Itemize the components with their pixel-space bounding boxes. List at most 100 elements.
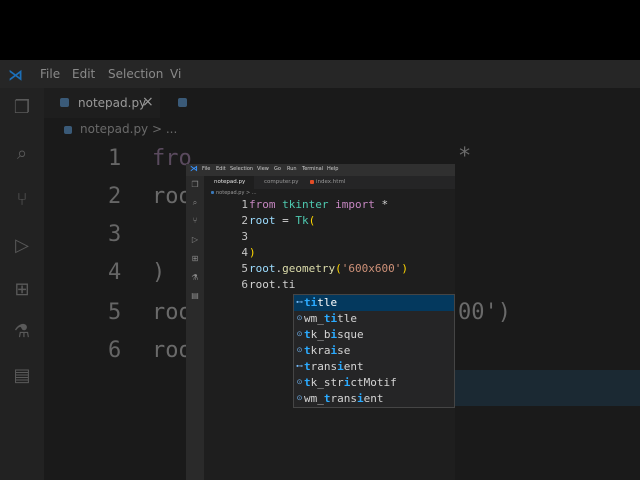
menubar: ⋊ File Edit Selection View Go Run Termin…: [186, 164, 455, 176]
suggestion-text: k_str: [310, 376, 344, 389]
suggestion-match: i: [357, 392, 364, 405]
suggestion-text: ent: [343, 360, 364, 373]
line-number: 2: [241, 214, 248, 227]
suggestion-match: t: [304, 376, 311, 389]
activity-bar: ❐ ⌕ ⑂ ▷ ⊞ ⚗ ▤: [186, 176, 204, 480]
suggestion-text: tle: [317, 296, 338, 309]
bg-menu-edit: Edit: [72, 67, 96, 81]
suggestion-text: rans: [330, 392, 358, 405]
tab-bar: notepad.py computer.py index.html: [204, 176, 455, 189]
suggestion-label: title: [304, 296, 337, 309]
method-icon: ⊙: [296, 314, 303, 322]
menu-selection[interactable]: Selection: [230, 166, 253, 172]
line-number: 4: [241, 246, 248, 259]
suggestion-text: ctMotif: [350, 376, 397, 389]
suggestion-match: t: [304, 344, 311, 357]
suggestion-tkraise[interactable]: ⊙ tkraise: [294, 343, 454, 359]
source-control-icon: ⑂: [16, 189, 28, 210]
run-debug-icon: ▷: [15, 235, 29, 256]
run-debug-icon[interactable]: ▷: [189, 235, 201, 245]
equals-token: =: [282, 214, 289, 227]
suggestion-match: t: [304, 328, 311, 341]
suggestion-wm-title[interactable]: ⊙ wm_title: [294, 311, 454, 327]
source-control-icon[interactable]: ⑂: [189, 216, 201, 226]
open-paren: (: [335, 262, 342, 275]
suggestion-text: tle: [337, 312, 357, 325]
menu-file[interactable]: File: [202, 166, 210, 172]
python-file-icon: [258, 180, 262, 184]
code-line-6[interactable]: root.ti: [249, 278, 295, 291]
close-paren: ): [401, 262, 408, 275]
method-geometry: geometry: [282, 262, 336, 275]
python-file-icon: [178, 98, 187, 107]
suggestion-match: t: [323, 392, 331, 405]
vscode-logo-icon: ⋊: [8, 66, 23, 84]
suggestion-text: wm_: [304, 392, 324, 405]
menu-view[interactable]: View: [257, 166, 269, 172]
python-file-icon: [64, 126, 72, 134]
bg-code-fragment: *: [458, 144, 472, 169]
suggestion-label: tk_bisque: [304, 328, 364, 341]
field-icon: ⊙: [296, 330, 303, 338]
flask-icon: ⚗: [13, 321, 31, 342]
tab-label: notepad.py: [214, 179, 246, 185]
bg-menu-view: Vi: [170, 67, 182, 81]
menu-terminal[interactable]: Terminal: [302, 166, 323, 172]
menu-edit[interactable]: Edit: [216, 166, 226, 172]
bg-line-number: 1: [108, 146, 122, 171]
suggestion-tk-bisque[interactable]: ⊙ tk_bisque: [294, 327, 454, 343]
suggestion-match: ti: [323, 312, 338, 325]
suggestion-text: sque: [337, 328, 364, 341]
book-icon[interactable]: ▤: [189, 291, 201, 301]
var-root: root: [249, 262, 276, 275]
menu-go[interactable]: Go: [274, 166, 281, 172]
typed-text: root.ti: [249, 278, 296, 291]
suggestion-transient[interactable]: ⊷ transient: [294, 359, 454, 375]
files-icon: ❐: [13, 97, 31, 118]
class-tk: Tk: [295, 214, 309, 227]
suggestion-label: transient: [304, 360, 364, 373]
bg-code-fragment: ): [152, 260, 166, 285]
tab-index-html[interactable]: index.html: [306, 176, 356, 189]
flask-icon[interactable]: ⚗: [189, 273, 201, 283]
line-number: 3: [241, 230, 248, 243]
tab-notepad-py[interactable]: notepad.py: [204, 176, 254, 189]
menu-run[interactable]: Run: [287, 166, 297, 172]
line-number: 5: [241, 262, 248, 275]
suggestion-title[interactable]: ⊷ title: [294, 295, 454, 311]
code-line-1[interactable]: from tkinter import *: [249, 198, 388, 211]
bg-tab-label: notepad.py: [78, 96, 147, 110]
extensions-icon[interactable]: ⊞: [189, 254, 201, 264]
suggestion-label: tk_strictMotif: [304, 376, 397, 389]
star-token: *: [381, 198, 389, 211]
bg-line-number: 4: [108, 260, 122, 285]
code-line-5[interactable]: root.geometry('600x600'): [249, 262, 408, 275]
tab-computer-py[interactable]: computer.py: [254, 176, 306, 189]
files-icon[interactable]: ❐: [189, 180, 201, 190]
code-line-2[interactable]: root = Tk(: [249, 214, 315, 227]
python-file-icon: [211, 191, 214, 194]
bg-line-number: 3: [108, 222, 122, 247]
suggestion-text: k_b: [310, 328, 331, 341]
bg-code-fragment: 00'): [458, 300, 511, 325]
open-paren: (: [308, 214, 316, 227]
code-line-4[interactable]: ): [249, 246, 256, 259]
bg-activity-bar: ❐ ⌕ ⑂ ▷ ⊞ ⚗ ▤: [0, 88, 44, 480]
html-file-icon: [310, 180, 314, 184]
method-icon: ⊷: [296, 362, 303, 370]
close-paren: ): [249, 246, 256, 259]
suggestion-wm-transient[interactable]: ⊙ wm_transient: [294, 391, 454, 407]
menu-help[interactable]: Help: [327, 166, 338, 172]
python-file-icon: [208, 180, 212, 184]
search-icon[interactable]: ⌕: [189, 198, 201, 208]
close-icon: ×: [142, 94, 154, 110]
field-icon: ⊙: [296, 346, 303, 354]
suggestion-tk-strictmotif[interactable]: ⊙ tk_strictMotif: [294, 375, 454, 391]
bg-line-number: 6: [108, 338, 122, 363]
python-file-icon: [60, 98, 69, 107]
keyword-from: from: [249, 198, 276, 211]
suggestion-text: wm_: [304, 312, 324, 325]
string-literal: '600x600': [341, 262, 402, 275]
module-name: tkinter: [282, 198, 329, 211]
breadcrumb[interactable]: notepad.py > ...: [216, 190, 257, 196]
